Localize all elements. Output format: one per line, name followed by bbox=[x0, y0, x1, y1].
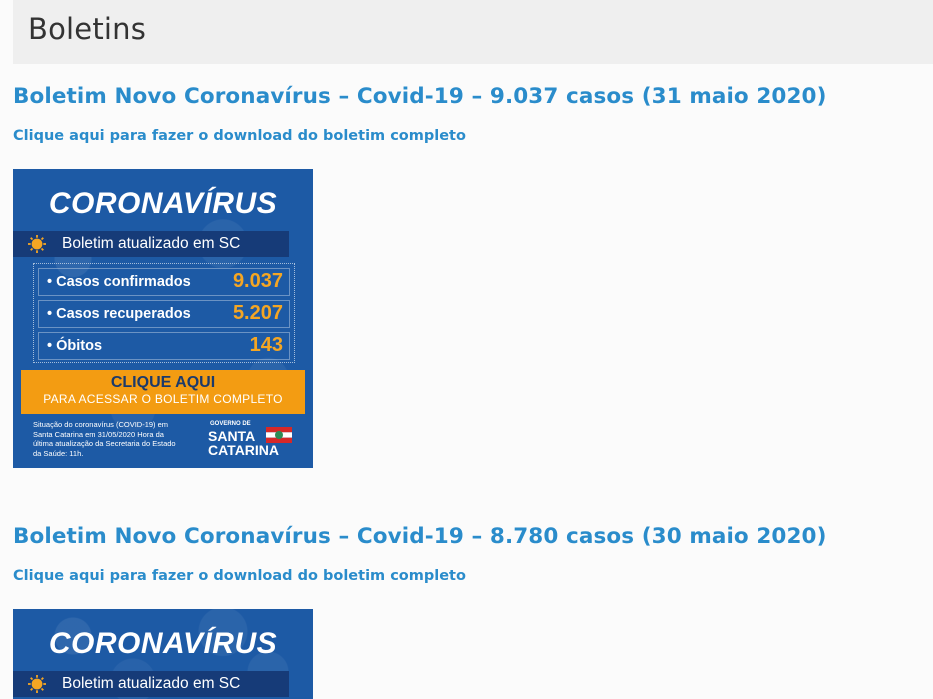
stat-label: • Casos confirmados bbox=[47, 274, 191, 290]
stat-label: • Casos recuperados bbox=[47, 306, 191, 322]
post-item: Boletim Novo Coronavírus – Covid-19 – 8.… bbox=[13, 524, 827, 584]
gov-small-text: GOVERNO DE bbox=[210, 421, 251, 427]
post-title-link[interactable]: Boletim Novo Coronavírus – Covid-19 – 8.… bbox=[13, 524, 827, 549]
bulletin-banner-image[interactable]: CORONAVÍRUS Boletim atualizado em SC • C… bbox=[13, 169, 313, 468]
banner-footnote: Situação do coronavírus (COVID-19) em Sa… bbox=[33, 420, 176, 458]
banner-strip-text: Boletim atualizado em SC bbox=[62, 235, 241, 252]
banner-cta: CLIQUE AQUI PARA ACESSAR O BOLETIM COMPL… bbox=[21, 370, 305, 414]
banner-headline: CORONAVÍRUS bbox=[48, 627, 278, 660]
page-header: Boletins bbox=[13, 0, 933, 64]
stat-row-confirmed: • Casos confirmados 9.037 bbox=[38, 268, 290, 296]
stat-value: 143 bbox=[249, 334, 283, 356]
banner-strip: Boletim atualizado em SC bbox=[13, 231, 289, 257]
virus-icon bbox=[28, 675, 46, 693]
stat-row-recovered: • Casos recuperados 5.207 bbox=[38, 300, 290, 328]
virus-icon bbox=[28, 235, 46, 253]
page-title: Boletins bbox=[28, 12, 147, 46]
banner-headline: CORONAVÍRUS bbox=[48, 187, 278, 220]
government-logo: GOVERNO DE SANTA CATARINA bbox=[208, 421, 298, 461]
gov-line-2: CATARINA bbox=[208, 442, 280, 458]
cta-sub-text: PARA ACESSAR O BOLETIM COMPLETO bbox=[43, 392, 283, 406]
download-bulletin-link[interactable]: Clique aqui para fazer o download do bol… bbox=[13, 568, 827, 584]
post-item: Boletim Novo Coronavírus – Covid-19 – 9.… bbox=[13, 84, 827, 144]
banner-strip-text: Boletim atualizado em SC bbox=[62, 675, 241, 692]
download-bulletin-link[interactable]: Clique aqui para fazer o download do bol… bbox=[13, 128, 827, 144]
sc-flag-icon bbox=[266, 427, 292, 443]
cta-main-text: CLIQUE AQUI bbox=[110, 374, 216, 391]
stat-row-deaths: • Óbitos 143 bbox=[38, 332, 290, 360]
stat-label: • Óbitos bbox=[47, 338, 103, 354]
stat-value: 5.207 bbox=[232, 302, 283, 324]
post-title-link[interactable]: Boletim Novo Coronavírus – Covid-19 – 9.… bbox=[13, 84, 827, 109]
bulletin-banner-image[interactable]: CORONAVÍRUS Boletim atualizado em SC bbox=[13, 609, 313, 699]
stat-value: 9.037 bbox=[232, 270, 283, 292]
banner-stats: • Casos confirmados 9.037 • Casos recupe… bbox=[33, 263, 295, 363]
banner-strip: Boletim atualizado em SC bbox=[13, 671, 289, 697]
